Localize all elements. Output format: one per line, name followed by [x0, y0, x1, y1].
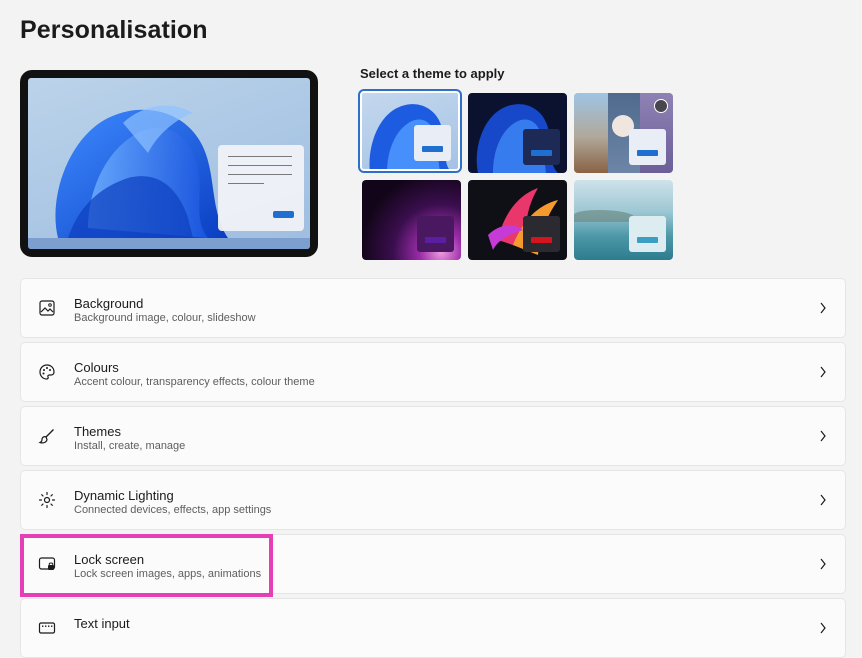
settings-row-themes[interactable]: Themes Install, create, manage: [20, 406, 846, 466]
theme-captured-motion[interactable]: [362, 180, 461, 260]
chevron-right-icon: [820, 494, 826, 506]
image-icon: [39, 300, 55, 316]
theme-windows-light[interactable]: [358, 89, 462, 173]
settings-row-title: Colours: [74, 360, 119, 375]
settings-row-title: Lock screen: [74, 552, 145, 567]
keyboard-icon: [38, 622, 56, 634]
settings-row-title: Background: [74, 296, 144, 311]
settings-row-colours[interactable]: Colours Accent colour, transparency effe…: [20, 342, 846, 402]
settings-row-subtitle: Install, create, manage: [74, 440, 186, 452]
settings-row-subtitle: Background image, colour, slideshow: [74, 312, 256, 324]
theme-sunrise[interactable]: [468, 180, 567, 260]
theme-flow[interactable]: [574, 180, 673, 260]
page-title: Personalisation: [20, 16, 208, 44]
settings-row-subtitle: Connected devices, effects, app settings: [74, 504, 272, 516]
lock-screen-icon: [38, 557, 56, 570]
settings-row-background[interactable]: Background Background image, colour, sli…: [20, 278, 846, 338]
brush-icon: [38, 429, 54, 444]
preview-screen: [28, 78, 310, 249]
settings-row-title: Text input: [74, 616, 130, 631]
chevron-right-icon: [820, 366, 826, 378]
settings-row-lock-screen[interactable]: Lock screen Lock screen images, apps, an…: [20, 534, 846, 594]
chevron-right-icon: [820, 558, 826, 570]
preview-window: [218, 145, 304, 231]
palette-icon: [39, 364, 55, 380]
theme-heading: Select a theme to apply: [360, 66, 505, 81]
theme-glow[interactable]: [574, 93, 673, 173]
lighting-icon: [38, 491, 56, 509]
settings-row-subtitle: Accent colour, transparency effects, col…: [74, 376, 315, 388]
settings-row-dynamic-lighting[interactable]: Dynamic Lighting Connected devices, effe…: [20, 470, 846, 530]
theme-preview: [20, 70, 318, 257]
preview-taskbar: [28, 238, 310, 249]
slideshow-badge-icon: [654, 99, 668, 113]
chevron-right-icon: [820, 302, 826, 314]
chevron-right-icon: [820, 622, 826, 634]
settings-row-text-input[interactable]: Text input: [20, 598, 846, 658]
settings-row-title: Dynamic Lighting: [74, 488, 174, 503]
chevron-right-icon: [820, 430, 826, 442]
settings-row-subtitle: Lock screen images, apps, animations: [74, 568, 262, 580]
theme-windows-dark[interactable]: [468, 93, 567, 173]
settings-row-title: Themes: [74, 424, 121, 439]
